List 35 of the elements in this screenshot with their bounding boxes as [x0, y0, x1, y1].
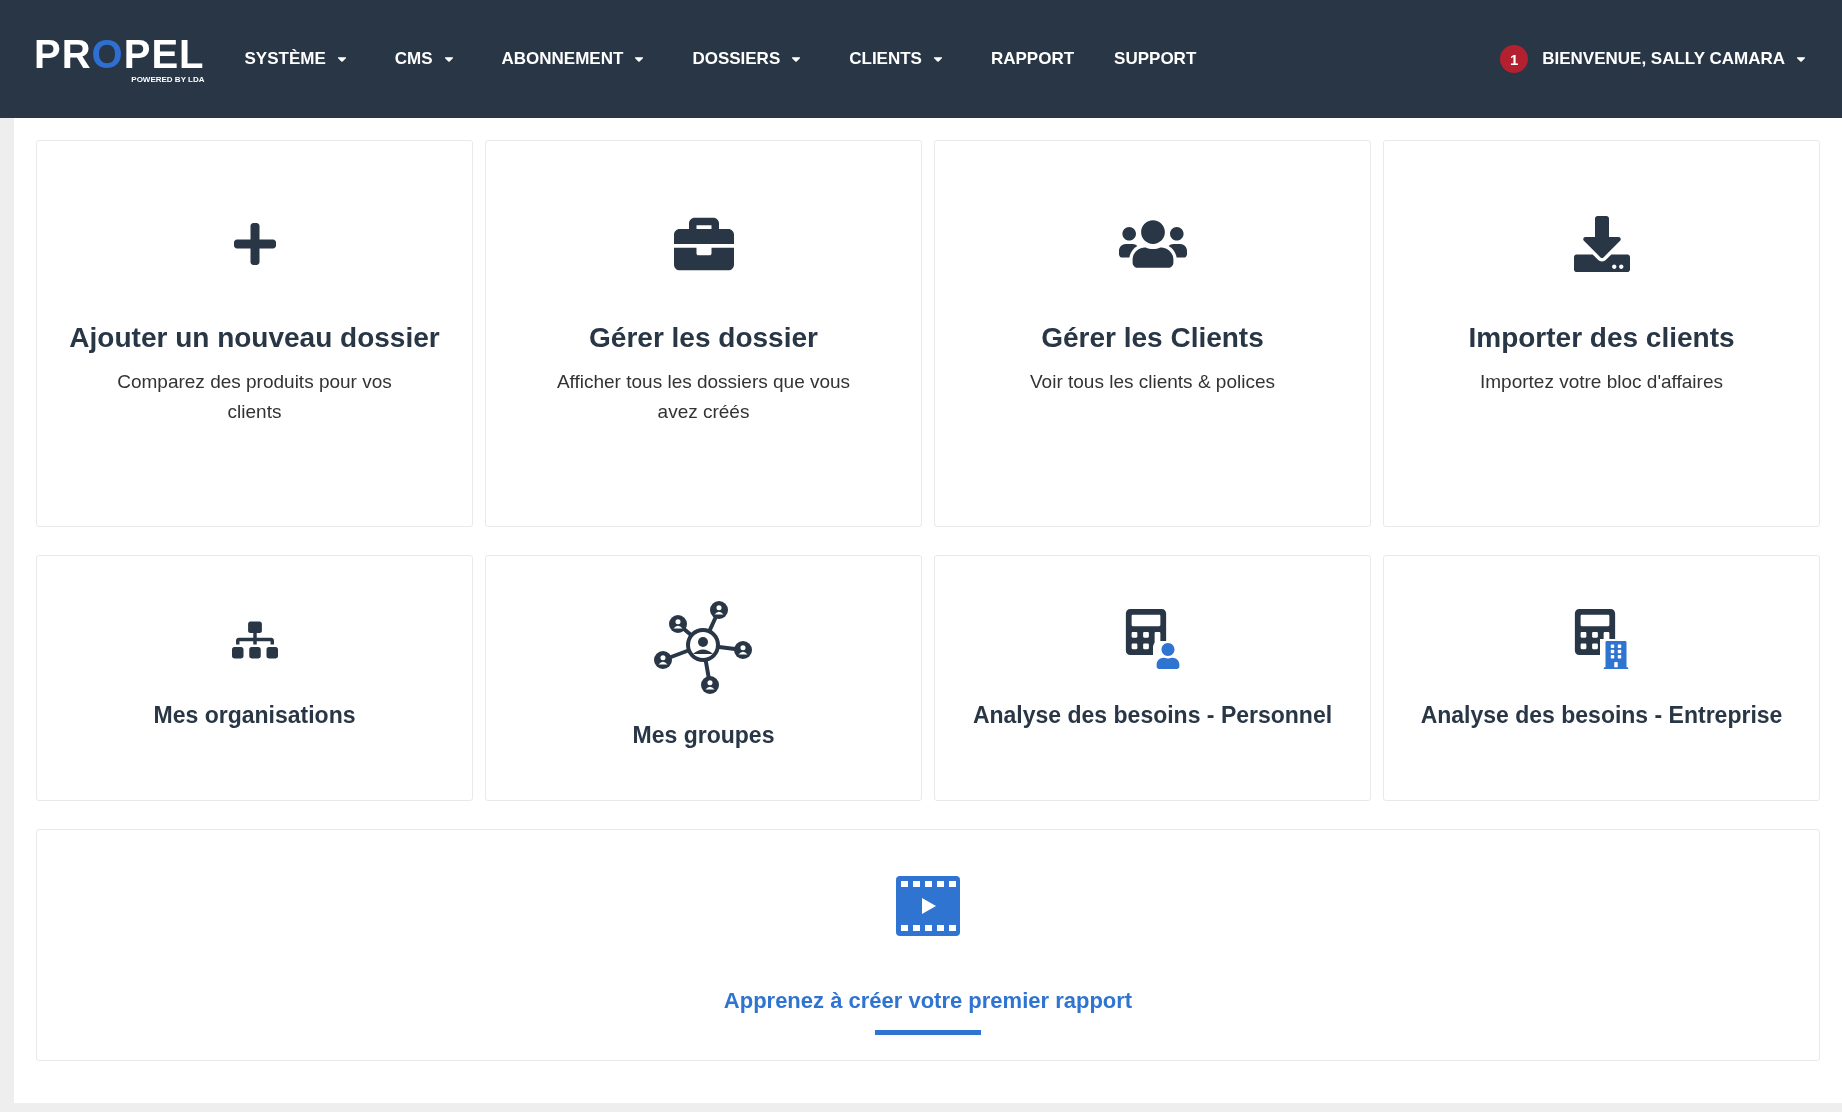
network-icon	[652, 600, 755, 696]
video-icon	[896, 876, 960, 936]
action-card[interactable]: Mes organisations	[36, 555, 473, 801]
nav-menu-item[interactable]: ABONNEMENT	[501, 49, 647, 69]
card-description: Voir tous les clients & polices	[1030, 369, 1275, 394]
card-title: Gérer les dossier	[589, 321, 818, 355]
nav-menu-item[interactable]: SYSTÈME	[244, 49, 349, 69]
notification-count[interactable]: 1	[1500, 45, 1529, 73]
user-menu[interactable]: BIENVENUE, SALLY CAMARA	[1542, 49, 1808, 69]
logo[interactable]: PROPEL	[34, 34, 205, 74]
card-description: Comparez des produits pour vos clients	[116, 369, 393, 424]
card-title: Mes groupes	[632, 722, 775, 750]
card-title: Analyse des besoins - Entreprise	[1420, 702, 1783, 730]
action-card[interactable]: Analyse des besoins - Personnel	[934, 555, 1371, 801]
nav-menu-item[interactable]: RAPPORT	[990, 49, 1075, 69]
card-description: Importez votre bloc d'affaires	[1480, 369, 1723, 394]
card-title: Analyse des besoins - Personnel	[972, 702, 1333, 730]
card-description: Afficher tous les dossiers que vous avez créés	[555, 369, 852, 424]
nav-menu-item[interactable]: DOSSIERS	[692, 49, 804, 69]
action-card[interactable]: Gérer les dossier Afficher tous les dossiers que vous avez créés	[485, 140, 922, 527]
action-card[interactable]: Gérer les Clients Voir tous les clients & polices	[934, 140, 1371, 527]
download-icon	[1573, 216, 1630, 272]
action-card[interactable]: Importer des clients Importez votre bloc d'affaires	[1383, 140, 1820, 527]
nav-menu-item[interactable]: SUPPORT	[1114, 49, 1197, 69]
nav-menu-item[interactable]: CMS	[394, 49, 456, 69]
card-title: Gérer les Clients	[1041, 321, 1264, 355]
action-card[interactable]: Mes groupes	[485, 555, 922, 801]
action-card[interactable]: Ajouter un nouveau dossier Comparez des produits pour vos clients	[36, 140, 473, 527]
logo-tagline: POWERED BY LDA	[131, 75, 205, 84]
tutorial-link[interactable]: Apprenez à créer votre premier rapport	[723, 988, 1133, 1014]
nav-menu-item[interactable]: CLIENTS	[849, 49, 945, 69]
action-card[interactable]: Analyse des besoins - Entreprise	[1383, 555, 1820, 801]
card-title: Ajouter un nouveau dossier	[69, 321, 440, 355]
card-title: Mes organisations	[153, 702, 356, 730]
card-title: Importer des clients	[1468, 321, 1735, 355]
